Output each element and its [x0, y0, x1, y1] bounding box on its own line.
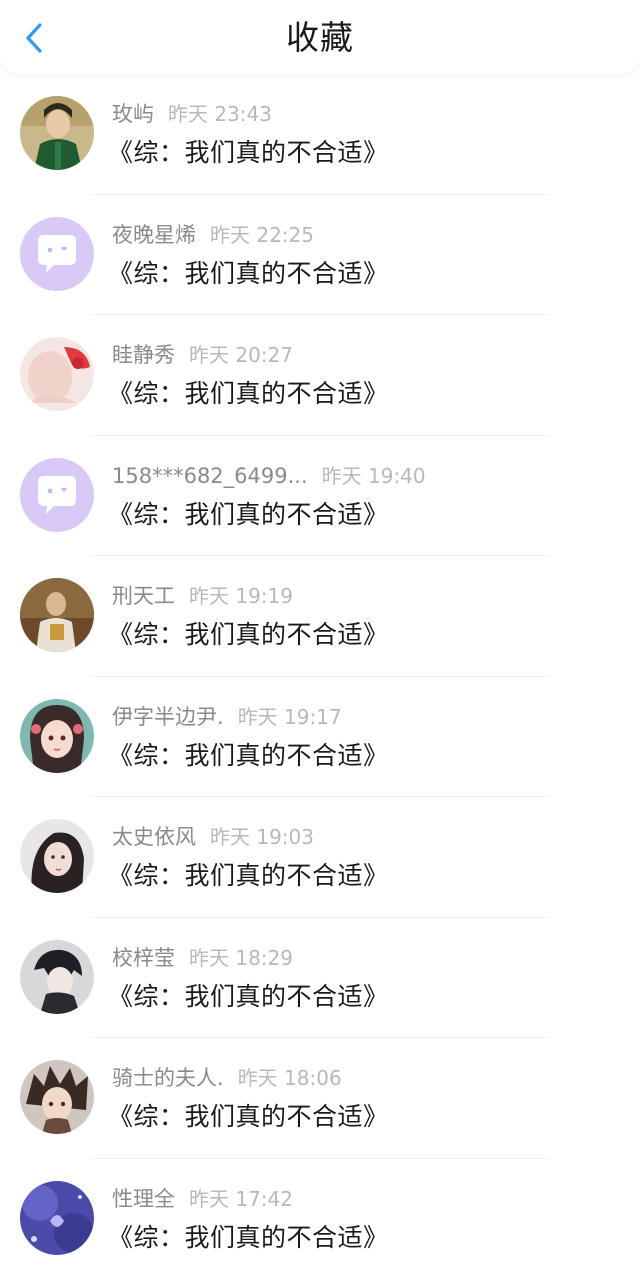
user-name[interactable]: 校梓莹 [112, 946, 175, 970]
book-title[interactable]: 《综：我们真的不合适》 [108, 498, 389, 532]
favorites-list: 玫屿昨天 23:43 《综：我们真的不合适》 夜晚星烯昨天 22:25 《综：我… [0, 74, 640, 1279]
item-meta: 玫屿昨天 23:43 [112, 100, 272, 128]
avatar[interactable] [20, 337, 94, 411]
book-title[interactable]: 《综：我们真的不合适》 [108, 1100, 389, 1134]
user-name[interactable]: 玫屿 [112, 102, 154, 126]
timestamp: 昨天 19:19 [189, 584, 293, 608]
list-item[interactable]: 眭静秀昨天 20:27 《综：我们真的不合适》 [0, 315, 640, 436]
avatar[interactable] [20, 217, 94, 291]
avatar[interactable] [20, 458, 94, 532]
avatar[interactable] [20, 96, 94, 170]
timestamp: 昨天 18:29 [189, 946, 293, 970]
avatar[interactable] [20, 819, 94, 893]
user-name[interactable]: 158***682_6499... [112, 464, 308, 488]
list-item[interactable]: 158***682_6499... 昨天 19:40 《综：我们真的不合适》 [0, 436, 640, 557]
avatar[interactable] [20, 1181, 94, 1255]
page-title: 收藏 [0, 18, 640, 58]
book-title[interactable]: 《综：我们真的不合适》 [108, 257, 389, 291]
avatar[interactable] [20, 1060, 94, 1134]
timestamp: 昨天 19:40 [322, 464, 426, 488]
book-title[interactable]: 《综：我们真的不合适》 [108, 136, 389, 170]
user-name[interactable]: 太史依风 [112, 825, 196, 849]
list-item[interactable]: 骑士的夫人. 昨天 18:06 《综：我们真的不合适》 [0, 1038, 640, 1159]
user-name[interactable]: 眭静秀 [112, 343, 175, 367]
item-meta: 骑士的夫人. 昨天 18:06 [112, 1064, 342, 1092]
avatar[interactable] [20, 940, 94, 1014]
book-title[interactable]: 《综：我们真的不合适》 [108, 859, 389, 893]
book-title[interactable]: 《综：我们真的不合适》 [108, 1221, 389, 1255]
default-avatar-icon [20, 458, 94, 532]
list-item[interactable]: 刑天工昨天 19:19 《综：我们真的不合适》 [0, 556, 640, 677]
user-name[interactable]: 性理全 [112, 1187, 175, 1211]
item-meta: 眭静秀昨天 20:27 [112, 341, 293, 369]
user-name[interactable]: 伊字半边尹. [112, 705, 224, 729]
timestamp: 昨天 18:06 [238, 1066, 342, 1090]
list-item[interactable]: 伊字半边尹. 昨天 19:17 《综：我们真的不合适》 [0, 677, 640, 798]
item-meta: 校梓莹昨天 18:29 [112, 944, 293, 972]
timestamp: 昨天 22:25 [210, 223, 314, 247]
top-bar: 收藏 [0, 0, 640, 74]
book-title[interactable]: 《综：我们真的不合适》 [108, 618, 389, 652]
timestamp: 昨天 17:42 [189, 1187, 293, 1211]
user-name[interactable]: 骑士的夫人. [112, 1066, 224, 1090]
user-name[interactable]: 夜晚星烯 [112, 223, 196, 247]
timestamp: 昨天 20:27 [189, 343, 293, 367]
book-title[interactable]: 《综：我们真的不合适》 [108, 377, 389, 411]
list-item[interactable]: 夜晚星烯昨天 22:25 《综：我们真的不合适》 [0, 195, 640, 316]
list-item[interactable]: 性理全昨天 17:42 《综：我们真的不合适》 [0, 1159, 640, 1279]
default-avatar-icon [20, 217, 94, 291]
avatar[interactable] [20, 699, 94, 773]
timestamp: 昨天 23:43 [168, 102, 272, 126]
avatar[interactable] [20, 578, 94, 652]
book-title[interactable]: 《综：我们真的不合适》 [108, 980, 389, 1014]
item-meta: 性理全昨天 17:42 [112, 1185, 293, 1213]
user-name[interactable]: 刑天工 [112, 584, 175, 608]
list-item[interactable]: 太史依风昨天 19:03 《综：我们真的不合适》 [0, 797, 640, 918]
item-meta: 夜晚星烯昨天 22:25 [112, 221, 314, 249]
list-item[interactable]: 校梓莹昨天 18:29 《综：我们真的不合适》 [0, 918, 640, 1039]
item-meta: 伊字半边尹. 昨天 19:17 [112, 703, 342, 731]
item-meta: 刑天工昨天 19:19 [112, 582, 293, 610]
item-meta: 158***682_6499... 昨天 19:40 [112, 462, 426, 490]
book-title[interactable]: 《综：我们真的不合适》 [108, 739, 389, 773]
timestamp: 昨天 19:17 [238, 705, 342, 729]
list-item[interactable]: 玫屿昨天 23:43 《综：我们真的不合适》 [0, 74, 640, 195]
item-meta: 太史依风昨天 19:03 [112, 823, 314, 851]
timestamp: 昨天 19:03 [210, 825, 314, 849]
